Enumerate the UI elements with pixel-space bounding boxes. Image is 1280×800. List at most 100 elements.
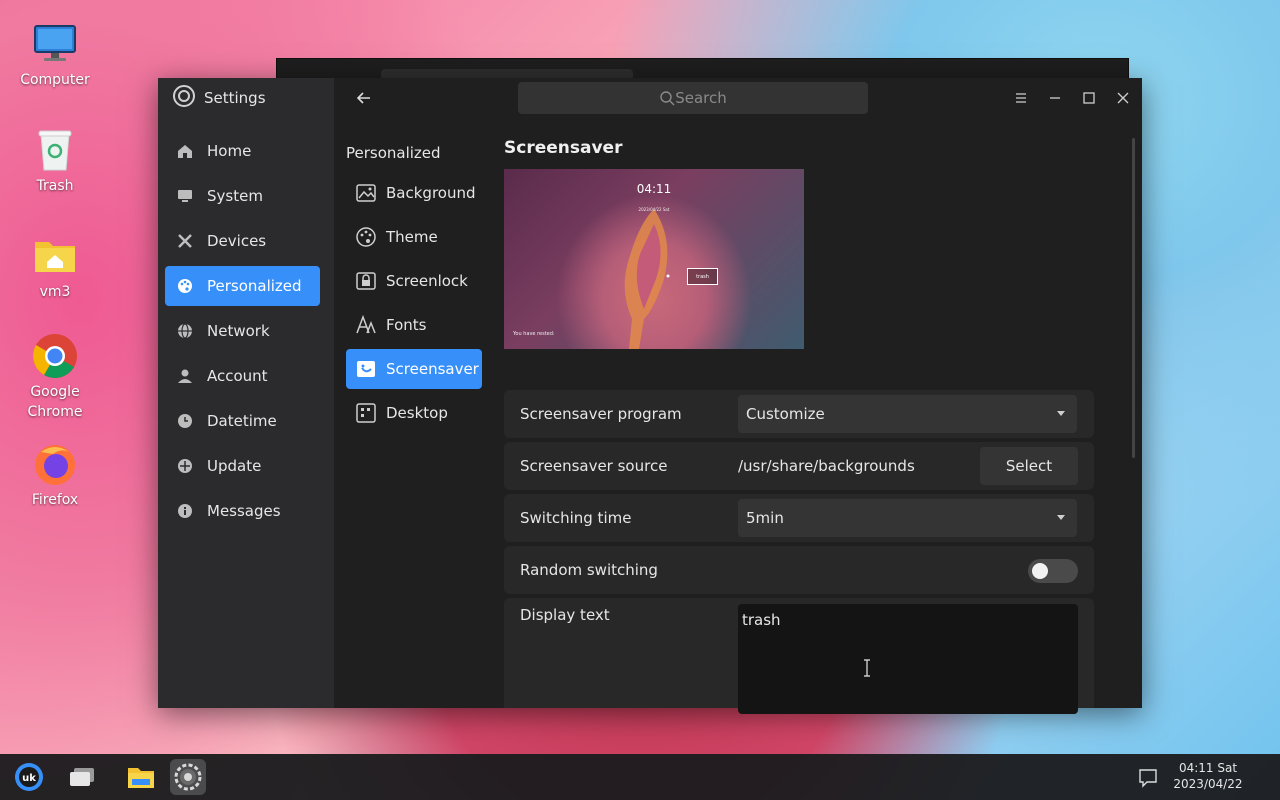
globe-icon bbox=[178, 323, 192, 339]
sidebar-item-update[interactable]: Update bbox=[165, 446, 320, 486]
sidebar-item-network[interactable]: Network bbox=[165, 311, 320, 351]
chevron-down-icon bbox=[1057, 411, 1065, 416]
multitask-view-button[interactable] bbox=[64, 759, 100, 795]
folder-icon bbox=[128, 768, 154, 788]
preview-display-text: trash bbox=[687, 268, 718, 285]
random-switching-row: Random switching bbox=[504, 546, 1094, 594]
firefox-icon bbox=[31, 440, 79, 488]
toggle-knob bbox=[1032, 563, 1048, 579]
home-icon bbox=[178, 145, 192, 158]
taskbar-settings[interactable] bbox=[170, 759, 206, 795]
trash-icon bbox=[31, 126, 79, 174]
palette-icon bbox=[178, 279, 192, 293]
subnav-item-fonts[interactable]: Fonts bbox=[346, 305, 482, 345]
back-button[interactable] bbox=[354, 88, 374, 108]
screenlock-icon bbox=[356, 272, 376, 290]
switching-time-select[interactable]: 5min bbox=[738, 499, 1077, 537]
subnav-item-label: Theme bbox=[386, 228, 438, 246]
desktop-icon-label: Google Chrome bbox=[27, 384, 83, 420]
switching-time-row: Switching time 5min bbox=[504, 494, 1094, 542]
select-source-button[interactable]: Select bbox=[980, 447, 1078, 485]
chat-bubble-icon bbox=[1139, 769, 1157, 788]
screensaver-icon bbox=[357, 361, 375, 377]
computer-icon bbox=[31, 20, 79, 68]
windows-stack-icon bbox=[70, 768, 94, 786]
sidebar-item-label: Devices bbox=[207, 232, 267, 250]
subnav-item-label: Background bbox=[386, 184, 476, 202]
chevron-down-icon bbox=[1057, 515, 1065, 520]
sidebar-item-datetime[interactable]: Datetime bbox=[165, 401, 320, 441]
switching-time-value: 5min bbox=[746, 509, 784, 527]
settings-gear-icon bbox=[174, 763, 202, 791]
content-scrollbar[interactable] bbox=[1132, 138, 1135, 458]
hamburger-icon bbox=[1016, 93, 1026, 103]
switching-time-label: Switching time bbox=[520, 509, 632, 527]
svg-text:uk: uk bbox=[22, 773, 36, 784]
subnav-item-theme[interactable]: Theme bbox=[346, 217, 482, 257]
desktop-icon-trash[interactable]: Trash bbox=[7, 126, 103, 196]
close-icon bbox=[1117, 92, 1129, 104]
subnav-item-background[interactable]: Background bbox=[346, 173, 482, 213]
sidebar-item-label: Account bbox=[207, 367, 268, 385]
screensaver-preview: 04:11 2023/04/22 Sat trash You have rest… bbox=[504, 169, 804, 349]
minimize-button[interactable] bbox=[1045, 88, 1065, 108]
random-switching-toggle[interactable] bbox=[1028, 559, 1078, 583]
taskbar-file-manager[interactable] bbox=[123, 759, 159, 795]
settings-gear-icon bbox=[172, 84, 196, 112]
text-cursor-icon bbox=[864, 659, 870, 677]
arrow-left-icon bbox=[356, 92, 370, 104]
menu-button[interactable] bbox=[1011, 88, 1031, 108]
screensaver-program-select[interactable]: Customize bbox=[738, 395, 1077, 433]
sidebar-item-label: Personalized bbox=[207, 277, 302, 295]
subnav-item-screenlock[interactable]: Screenlock bbox=[346, 261, 482, 301]
display-text-label: Display text bbox=[520, 606, 610, 624]
preview-date: 2023/04/22 Sat bbox=[638, 207, 670, 212]
update-icon bbox=[178, 459, 192, 473]
preview-rest-text: You have rested: bbox=[513, 331, 555, 337]
sidebar-item-label: Network bbox=[207, 322, 270, 340]
search-input[interactable]: Search bbox=[518, 82, 868, 114]
image-icon bbox=[356, 184, 376, 202]
maximize-icon bbox=[1083, 92, 1095, 104]
notification-button[interactable] bbox=[1130, 759, 1166, 795]
monitor-icon bbox=[178, 190, 192, 202]
screensaver-program-row: Screensaver program Customize bbox=[504, 390, 1094, 438]
subnav-item-desktop[interactable]: Desktop bbox=[346, 393, 482, 433]
preview-clock: 04:11 bbox=[636, 182, 672, 196]
taskbar-date: 2023/04/22 bbox=[1173, 777, 1243, 791]
taskbar-clock[interactable]: 04:11 Sat 2023/04/22 bbox=[1164, 760, 1252, 792]
settings-sidebar: Settings Home System Devices Personalize… bbox=[158, 78, 334, 708]
search-placeholder: Search bbox=[675, 89, 727, 107]
sidebar-item-personalized[interactable]: Personalized bbox=[165, 266, 320, 306]
desktop-icon-vm3[interactable]: vm3 bbox=[7, 232, 103, 302]
subnav-item-label: Fonts bbox=[386, 316, 427, 334]
desktop-icon-firefox[interactable]: Firefox bbox=[7, 440, 103, 510]
settings-window: Settings Home System Devices Personalize… bbox=[158, 78, 1142, 714]
search-icon bbox=[660, 91, 675, 106]
taskbar: uk 04:11 Sat 2023/04/22 bbox=[0, 754, 1280, 800]
subnav-item-label: Screensaver bbox=[386, 360, 479, 378]
chrome-icon bbox=[31, 332, 79, 380]
minimize-icon bbox=[1050, 97, 1060, 99]
sidebar-item-messages[interactable]: Messages bbox=[165, 491, 320, 531]
sidebar-item-label: System bbox=[207, 187, 263, 205]
sidebar-item-devices[interactable]: Devices bbox=[165, 221, 320, 261]
display-text-input[interactable]: trash bbox=[738, 604, 1078, 714]
subnav-item-screensaver[interactable]: Screensaver bbox=[346, 349, 482, 389]
desktop-icon-computer[interactable]: Computer bbox=[7, 20, 103, 90]
desktop-icon-google-chrome[interactable]: Google Chrome bbox=[7, 332, 103, 422]
start-menu-button[interactable]: uk bbox=[11, 759, 47, 795]
subnav-item-label: Screenlock bbox=[386, 272, 468, 290]
settings-app-header: Settings bbox=[172, 84, 266, 112]
sidebar-item-system[interactable]: System bbox=[165, 176, 320, 216]
subnav-title: Personalized bbox=[346, 144, 441, 162]
info-icon bbox=[178, 504, 192, 518]
palette-icon bbox=[356, 227, 376, 247]
screensaver-program-label: Screensaver program bbox=[520, 405, 682, 423]
maximize-button[interactable] bbox=[1079, 88, 1099, 108]
sidebar-item-label: Update bbox=[207, 457, 262, 475]
screensaver-source-row: Screensaver source /usr/share/background… bbox=[504, 442, 1094, 490]
close-button[interactable] bbox=[1113, 88, 1133, 108]
sidebar-item-account[interactable]: Account bbox=[165, 356, 320, 396]
sidebar-item-home[interactable]: Home bbox=[165, 131, 320, 171]
